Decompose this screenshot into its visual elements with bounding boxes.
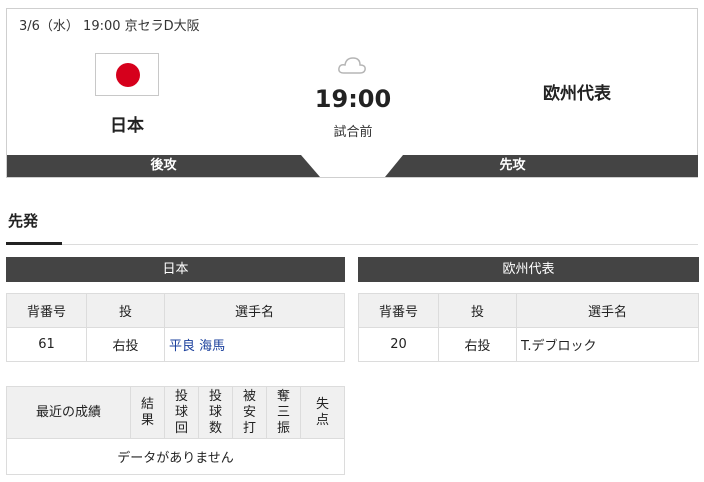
col-hits: 被安打 (242, 388, 256, 436)
away-side-bar: 先攻 (385, 155, 698, 177)
home-side-bar: 後攻 (7, 155, 320, 177)
col-number: 背番号 (6, 293, 87, 328)
game-time: 19:00 (314, 85, 392, 113)
recent-stats-table: 最近の成績 結果 投球回 投球数 被安打 奪三振 失点 データがありません (6, 386, 345, 475)
player-name: T.デブロック (516, 327, 699, 362)
col-player-name: 選手名 (516, 293, 699, 328)
col-recent: 最近の成績 (6, 386, 131, 439)
game-header-card: 3/6（水） 19:00 京セラD大阪 日本 19:00 試合前 欧州代表 後攻… (6, 8, 698, 178)
active-tab-indicator (6, 242, 62, 245)
tab-divider (6, 244, 698, 245)
player-number: 61 (6, 327, 87, 362)
away-team-name[interactable]: 欧州代表 (517, 79, 637, 104)
home-team-header: 日本 (6, 257, 345, 282)
empty-message: データがありません (6, 438, 345, 475)
player-name-link[interactable]: 平良 海馬 (164, 327, 345, 362)
away-side-label: 先攻 (499, 158, 526, 173)
col-throws: 投 (86, 293, 165, 328)
col-innings: 投球回 (174, 388, 188, 436)
col-result: 結果 (140, 396, 154, 428)
col-number: 背番号 (358, 293, 439, 328)
game-status: 試合前 (333, 125, 373, 140)
table-row: 20 右投 T.デブロック (358, 327, 699, 362)
col-strikeouts: 奪三振 (276, 388, 290, 436)
col-throws: 投 (438, 293, 517, 328)
japan-flag-icon (95, 53, 159, 96)
col-pitches: 投球数 (208, 388, 222, 436)
player-number: 20 (358, 327, 439, 362)
date-venue: 3/6（水） 19:00 京セラD大阪 (19, 19, 200, 34)
away-team-header: 欧州代表 (358, 257, 699, 282)
table-row: 61 右投 平良 海馬 (6, 327, 345, 362)
home-team-name[interactable]: 日本 (67, 111, 187, 136)
player-throws: 右投 (86, 327, 165, 362)
player-throws: 右投 (438, 327, 517, 362)
col-runs: 失点 (315, 396, 329, 428)
home-starter-table: 背番号 投 選手名 61 右投 平良 海馬 (6, 293, 345, 362)
cloud-icon (338, 57, 366, 74)
section-title[interactable]: 先発 (8, 210, 38, 231)
home-side-label: 後攻 (150, 158, 177, 173)
away-starter-table: 背番号 投 選手名 20 右投 T.デブロック (358, 293, 699, 362)
col-player-name: 選手名 (164, 293, 345, 328)
